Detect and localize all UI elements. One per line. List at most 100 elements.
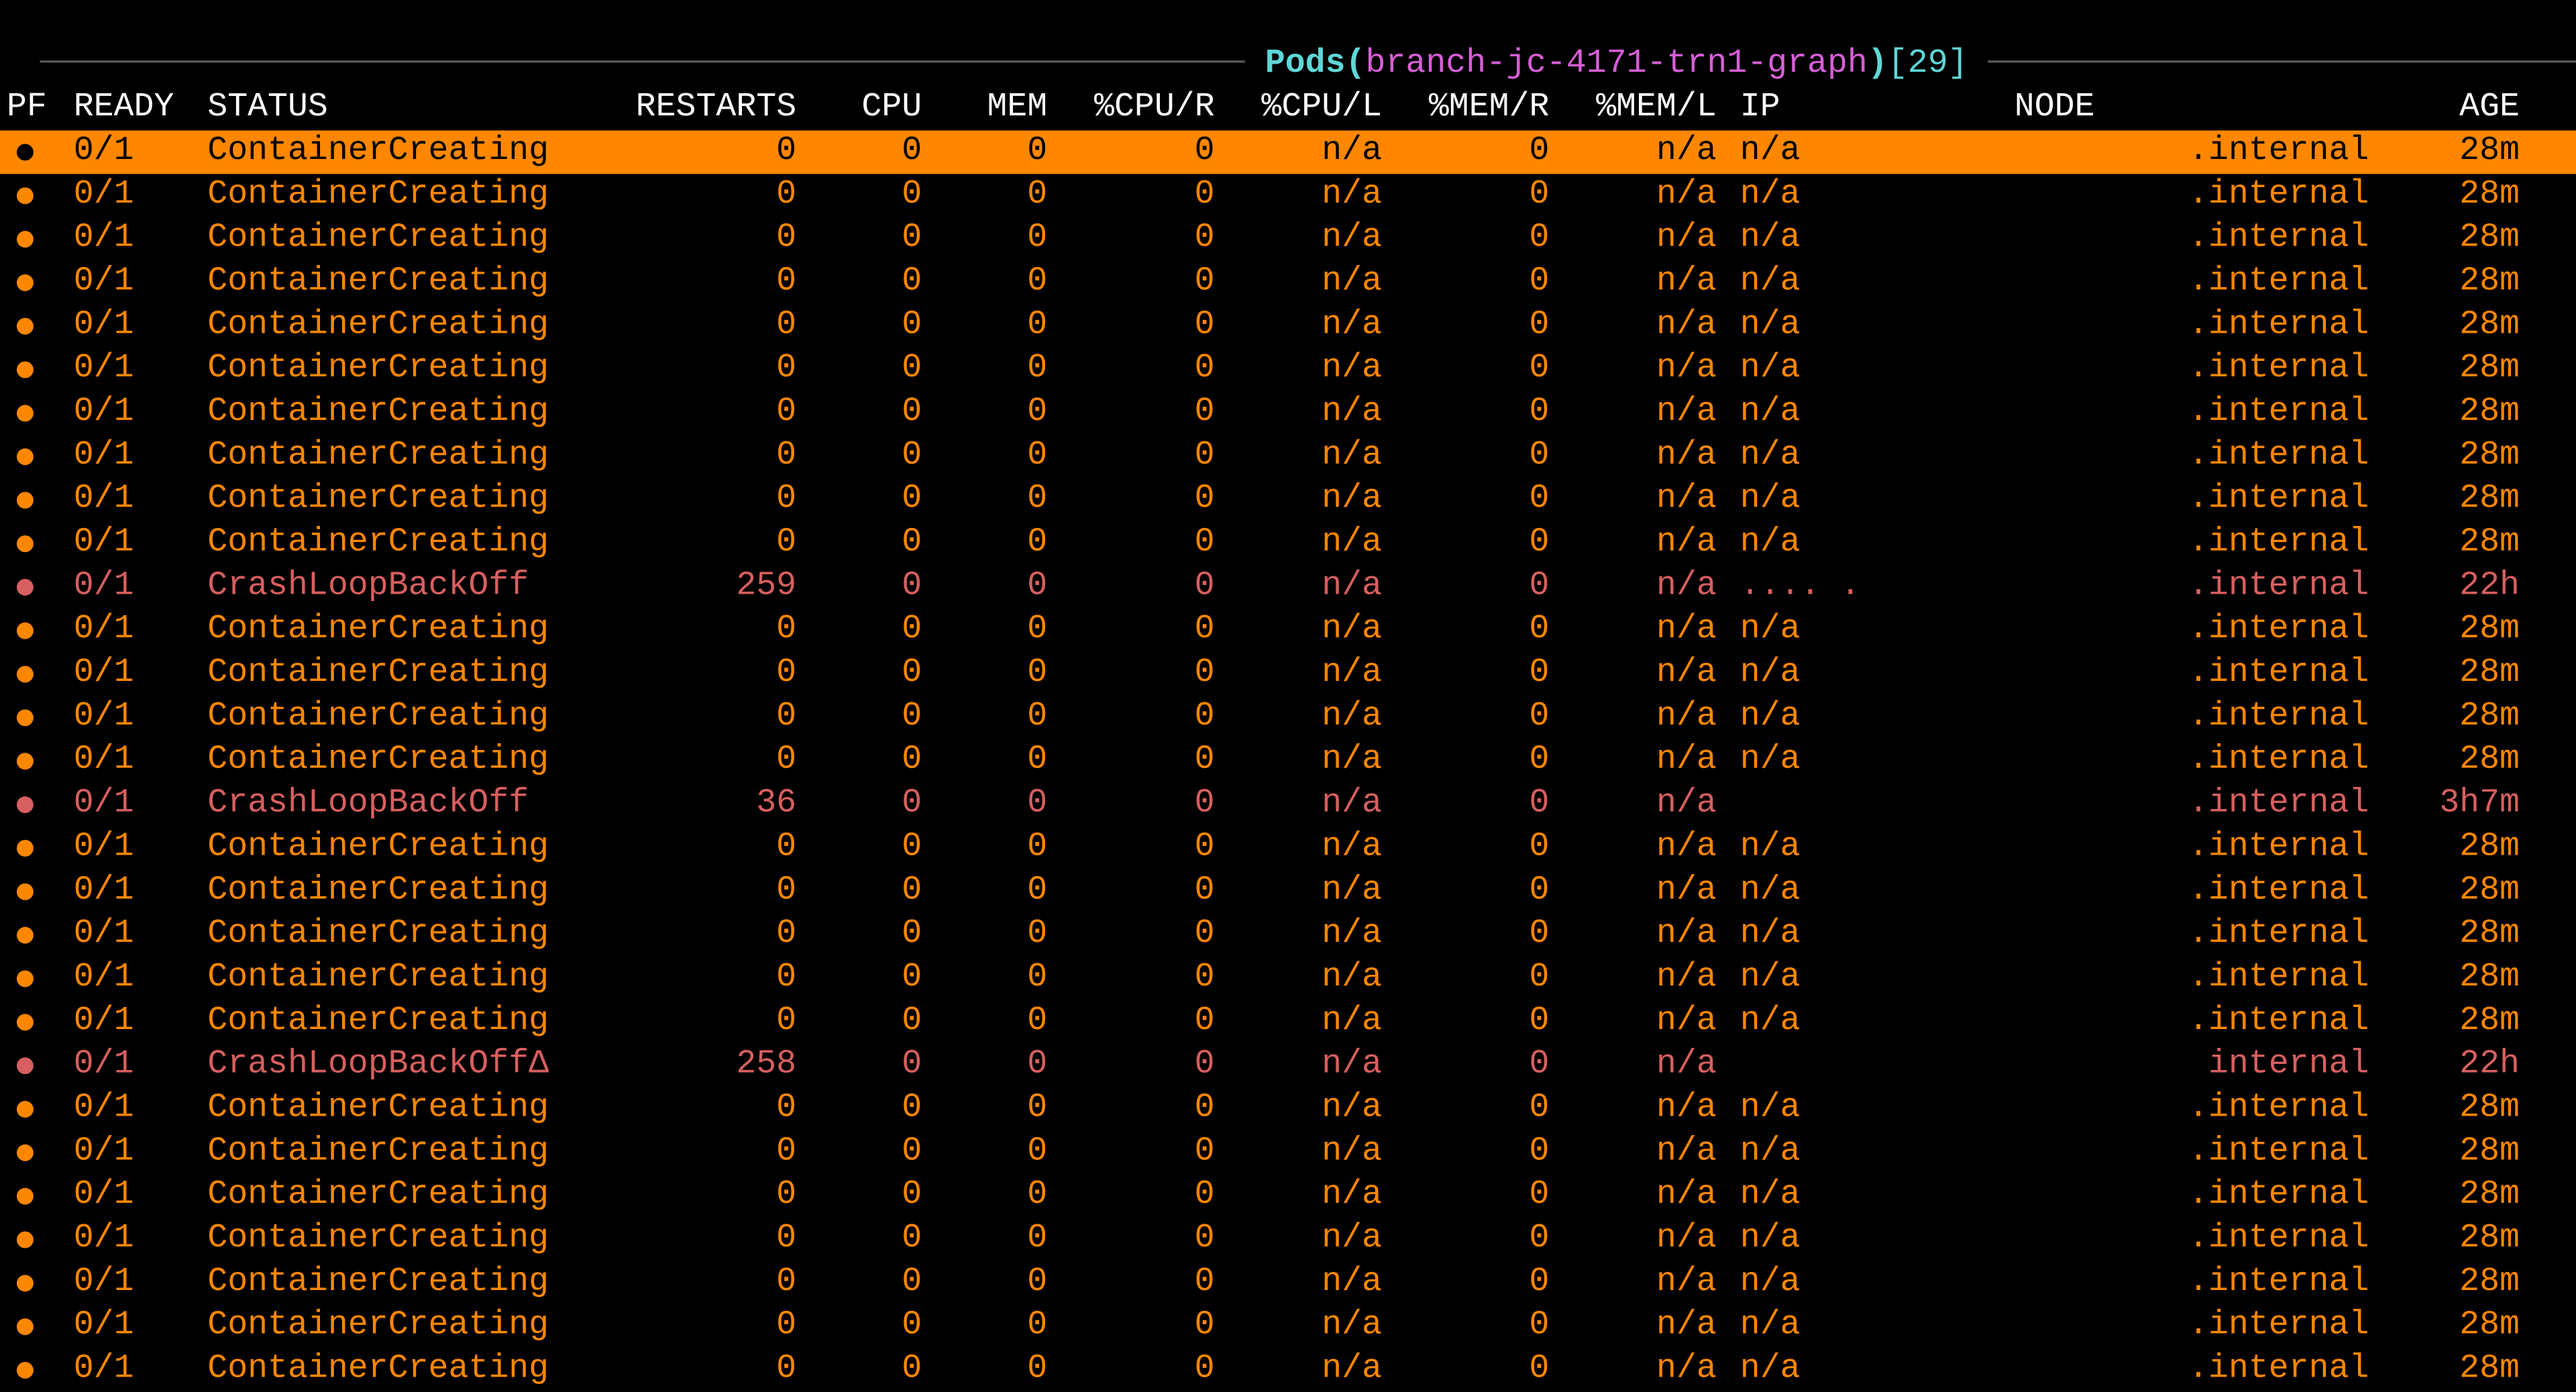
- cell-meml: n/a: [1562, 1087, 1729, 1131]
- cell-age: 3h7m: [2382, 783, 2532, 826]
- table-row[interactable]: 0/1CrashLoopBackOff36000n/a0n/a.internal…: [0, 783, 2576, 826]
- cell-memr: 0: [1395, 1175, 1562, 1218]
- table-row[interactable]: 0/1ContainerCreating0000n/a0n/an/a.inter…: [0, 653, 2576, 696]
- pods-table-body: 0/1ContainerCreating0000n/a0n/an/a.inter…: [0, 131, 2576, 1392]
- table-row[interactable]: 0/1ContainerCreating0000n/a0n/an/a.inter…: [0, 957, 2576, 1001]
- cell-mem: 0: [935, 1087, 1061, 1131]
- table-row[interactable]: 0/1ContainerCreating0000n/a0n/an/a.inter…: [0, 522, 2576, 566]
- table-row[interactable]: 0/1ContainerCreating0000n/a0n/an/a.inter…: [0, 1131, 2576, 1175]
- cell-restarts: 259: [626, 566, 810, 609]
- table-row[interactable]: 0/1ContainerCreating0000n/a0n/an/a.inter…: [0, 174, 2576, 217]
- cell-ready: 0/1: [74, 1087, 208, 1131]
- cell-mem: 0: [935, 739, 1061, 783]
- cell-memr: 0: [1395, 348, 1562, 392]
- cell-age: 28m: [2382, 1000, 2532, 1044]
- table-row[interactable]: 0/1ContainerCreating0000n/a0n/an/a.inter…: [0, 609, 2576, 653]
- table-row[interactable]: 0/1ContainerCreating0000n/a0n/an/a.inter…: [0, 870, 2576, 914]
- table-row[interactable]: 0/1ContainerCreating0000n/a0n/an/a.inter…: [0, 914, 2576, 957]
- cell-status: ContainerCreating: [207, 1087, 626, 1131]
- table-row[interactable]: 0/1ContainerCreating0000n/a0n/an/a.inter…: [0, 826, 2576, 870]
- cell-ready: 0/1: [74, 783, 208, 826]
- status-dot-icon: [17, 623, 34, 639]
- cell-memr: 0: [1395, 131, 1562, 174]
- cell-ready: 0/1: [74, 696, 208, 740]
- cell-meml: n/a: [1562, 1218, 1729, 1262]
- cell-node: .internal: [2015, 217, 2383, 261]
- cell-age: 28m: [2382, 348, 2532, 392]
- cell-cpul: n/a: [1228, 653, 1395, 696]
- table-row[interactable]: 0/1ContainerCreating0000n/a0n/an/a.inter…: [0, 1000, 2576, 1044]
- status-dot-icon: [17, 579, 34, 596]
- cell-ready: 0/1: [74, 1175, 208, 1218]
- cell-node: .internal: [2015, 522, 2383, 566]
- cell-meml: n/a: [1562, 739, 1729, 783]
- table-row[interactable]: 0/1ContainerCreating0000n/a0n/an/a.inter…: [0, 739, 2576, 783]
- cell-status: ContainerCreating: [207, 739, 626, 783]
- col-node[interactable]: NODE: [2015, 87, 2383, 131]
- table-row[interactable]: 0/1ContainerCreating0000n/a0n/an/a.inter…: [0, 131, 2576, 174]
- cell-memr: 0: [1395, 217, 1562, 261]
- col-pf[interactable]: PF: [7, 87, 74, 131]
- cell-cpul: n/a: [1228, 174, 1395, 217]
- status-dot-icon: [17, 840, 34, 857]
- col-cpu[interactable]: CPU: [810, 87, 935, 131]
- table-row[interactable]: 0/1ContainerCreating0000n/a0n/an/a.inter…: [0, 348, 2576, 392]
- cell-age: 28m: [2382, 696, 2532, 740]
- cell-cpur: 0: [1061, 1000, 1228, 1044]
- cell-age: 28m: [2382, 1305, 2532, 1348]
- table-row[interactable]: 0/1ContainerCreating0000n/a0n/an/a.inter…: [0, 305, 2576, 348]
- cell-node: .internal: [2015, 1175, 2383, 1218]
- col-mem[interactable]: MEM: [935, 87, 1061, 131]
- cell-ip: n/a: [1730, 435, 2015, 478]
- status-dot-icon: [17, 535, 34, 552]
- table-row[interactable]: 0/1CrashLoopBackOff259000n/a0n/a .... ..…: [0, 566, 2576, 609]
- col-meml[interactable]: %MEM/L: [1562, 87, 1729, 131]
- cell-restarts: 0: [626, 1305, 810, 1348]
- cell-mem: 0: [935, 1348, 1061, 1392]
- col-age[interactable]: AGE: [2382, 87, 2532, 131]
- table-row[interactable]: 0/1ContainerCreating0000n/a0n/an/a.inter…: [0, 217, 2576, 261]
- cell-age: 28m: [2382, 217, 2532, 261]
- table-row[interactable]: 0/1ContainerCreating0000n/a0n/an/a.inter…: [0, 1261, 2576, 1305]
- col-ready[interactable]: READY: [74, 87, 208, 131]
- table-row[interactable]: 0/1CrashLoopBackOffΔ258000n/a0n/ainterna…: [0, 1044, 2576, 1087]
- cell-restarts: 0: [626, 131, 810, 174]
- cell-meml: n/a: [1562, 566, 1729, 609]
- cell-ip: n/a: [1730, 478, 2015, 522]
- cell-cpur: 0: [1061, 1175, 1228, 1218]
- table-row[interactable]: 0/1ContainerCreating0000n/a0n/an/a.inter…: [0, 1305, 2576, 1348]
- cell-meml: n/a: [1562, 653, 1729, 696]
- col-memr[interactable]: %MEM/R: [1395, 87, 1562, 131]
- cell-ready: 0/1: [74, 1131, 208, 1175]
- col-cpur[interactable]: %CPU/R: [1061, 87, 1228, 131]
- cell-meml: n/a: [1562, 696, 1729, 740]
- table-row[interactable]: 0/1ContainerCreating0000n/a0n/an/a.inter…: [0, 435, 2576, 478]
- cell-restarts: 0: [626, 435, 810, 478]
- cell-meml: n/a: [1562, 1305, 1729, 1348]
- col-restarts[interactable]: RESTARTS: [626, 87, 810, 131]
- col-cpul[interactable]: %CPU/L: [1228, 87, 1395, 131]
- table-row[interactable]: 0/1ContainerCreating0000n/a0n/an/a.inter…: [0, 1175, 2576, 1218]
- cell-status: ContainerCreating: [207, 826, 626, 870]
- cell-cpur: 0: [1061, 783, 1228, 826]
- cell-mem: 0: [935, 826, 1061, 870]
- table-row[interactable]: 0/1ContainerCreating0000n/a0n/an/a.inter…: [0, 696, 2576, 740]
- cell-ready: 0/1: [74, 914, 208, 957]
- cell-restarts: 0: [626, 653, 810, 696]
- table-row[interactable]: 0/1ContainerCreating0000n/a0n/an/a.inter…: [0, 392, 2576, 435]
- col-ip[interactable]: IP: [1730, 87, 2015, 131]
- cell-age: 22h: [2382, 566, 2532, 609]
- cell-ip: n/a: [1730, 609, 2015, 653]
- cell-ready: 0/1: [74, 653, 208, 696]
- col-status[interactable]: STATUS: [207, 87, 626, 131]
- status-dot-icon: [17, 884, 34, 900]
- table-row[interactable]: 0/1ContainerCreating0000n/a0n/an/a.inter…: [0, 1348, 2576, 1392]
- table-row[interactable]: 0/1ContainerCreating0000n/a0n/an/a.inter…: [0, 1218, 2576, 1262]
- table-row[interactable]: 0/1ContainerCreating0000n/a0n/an/a.inter…: [0, 478, 2576, 522]
- table-row[interactable]: 0/1ContainerCreating0000n/a0n/an/a.inter…: [0, 261, 2576, 305]
- cell-memr: 0: [1395, 870, 1562, 914]
- table-row[interactable]: 0/1ContainerCreating0000n/a0n/an/a.inter…: [0, 1087, 2576, 1131]
- cell-cpul: n/a: [1228, 1044, 1395, 1087]
- cell-meml: n/a: [1562, 1348, 1729, 1392]
- cell-mem: 0: [935, 957, 1061, 1001]
